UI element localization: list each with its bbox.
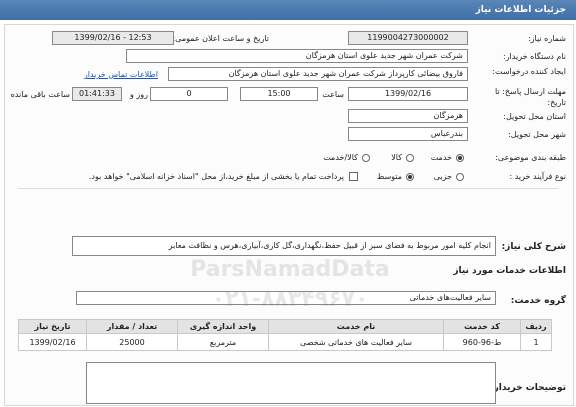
days-label: روز و <box>130 90 148 99</box>
process-minor-label: جزیی <box>433 172 452 181</box>
table-header-row: ردیف کد خدمت نام خدمت واحد اندازه گیری ت… <box>18 319 552 334</box>
treasury-payment-note: پرداخت تمام یا بخشی از مبلغ خرید،از محل … <box>88 172 344 181</box>
cell-service-code: ط-96-960 <box>443 333 521 351</box>
services-table: ردیف کد خدمت نام خدمت واحد اندازه گیری ت… <box>18 319 552 351</box>
category-goods-service-radio[interactable] <box>362 154 370 162</box>
cell-service-name: سایر فعالیت های خدماتی شخصی <box>268 333 444 351</box>
service-group-label: گروه خدمت: <box>510 296 566 306</box>
buyer-notes-label: توضیحات خریدار: <box>490 383 566 393</box>
services-info-title: اطلاعات خدمات مورد نیاز <box>453 266 566 276</box>
announce-label: تاریخ و ساعت اعلان عمومی: <box>172 34 269 43</box>
need-number-label: شماره نیاز: <box>528 34 566 43</box>
category-label: طبقه بندی موضوعی: <box>495 153 566 162</box>
col-row-number: ردیف <box>520 319 552 334</box>
deadline-time-label: ساعت <box>322 90 344 99</box>
buyer-contact-link[interactable]: اطلاعات تماس خریدار <box>84 70 158 79</box>
creator-field: فاروق بیضائی کارپرداز شرکت عمران شهر جدی… <box>168 67 468 81</box>
col-need-date: تاریخ نیاز <box>18 319 87 334</box>
page-header: جزئیات اطلاعات نیاز <box>0 0 576 20</box>
process-minor-radio[interactable] <box>456 173 464 181</box>
category-goods-radio[interactable] <box>406 154 414 162</box>
province-field: هرمزگان <box>348 109 468 123</box>
category-service-radio[interactable] <box>456 154 464 162</box>
process-medium-label: متوسط <box>376 172 402 181</box>
service-group-field: سایر فعالیت‌های خدماتی <box>76 291 496 305</box>
general-desc-box: انجام کلیه امور مربوط به فضای سبز از قبی… <box>72 236 496 256</box>
deadline-label: مهلت ارسال پاسخ: تا تاریخ: <box>494 87 566 107</box>
buyer-org-label: نام دستگاه خریدار: <box>503 52 566 61</box>
need-number-field: 1199004273000002 <box>348 31 468 45</box>
category-service-label: خدمت <box>430 153 452 162</box>
days-remaining-field: 0 <box>150 87 228 101</box>
cell-quantity: 25000 <box>86 333 178 351</box>
province-label: استان محل تحویل: <box>503 112 566 121</box>
col-quantity: تعداد / مقدار <box>86 319 178 334</box>
process-label: نوع فرآیند خرید : <box>509 172 566 181</box>
treasury-payment-checkbox[interactable] <box>349 172 358 181</box>
remaining-label: ساعت باقی مانده <box>10 90 70 99</box>
announce-field: 1399/02/16 - 12:53 <box>52 31 174 45</box>
col-service-code: کد خدمت <box>443 319 521 334</box>
process-medium-radio[interactable] <box>406 173 414 181</box>
general-desc-label: شرح کلی نیاز: <box>501 242 566 252</box>
creator-label: ایجاد کننده درخواست: <box>492 67 566 76</box>
city-field: بندرعباس <box>348 127 468 141</box>
cell-unit: مترمربع <box>177 333 269 351</box>
city-label: شهر محل تحویل: <box>508 130 566 139</box>
buyer-org-field: شرکت عمران شهر جدید علوی استان هرمزگان <box>126 49 468 63</box>
section-divider <box>18 188 558 189</box>
col-unit: واحد اندازه گیری <box>177 319 269 334</box>
buyer-notes-box <box>86 362 496 404</box>
category-goods-service-label: کالا/خدمت <box>323 153 358 162</box>
table-row: 1 ط-96-960 سایر فعالیت های خدماتی شخصی م… <box>18 333 552 351</box>
page-title: جزئیات اطلاعات نیاز <box>475 5 566 15</box>
deadline-date-field: 1399/02/16 <box>348 87 468 101</box>
cell-row-number: 1 <box>520 333 552 351</box>
col-service-name: نام خدمت <box>268 319 444 334</box>
deadline-time-field: 15:00 <box>240 87 318 101</box>
remaining-time-field: 01:41:33 <box>72 87 122 101</box>
category-goods-label: کالا <box>391 153 402 162</box>
cell-need-date: 1399/02/16 <box>18 333 87 351</box>
